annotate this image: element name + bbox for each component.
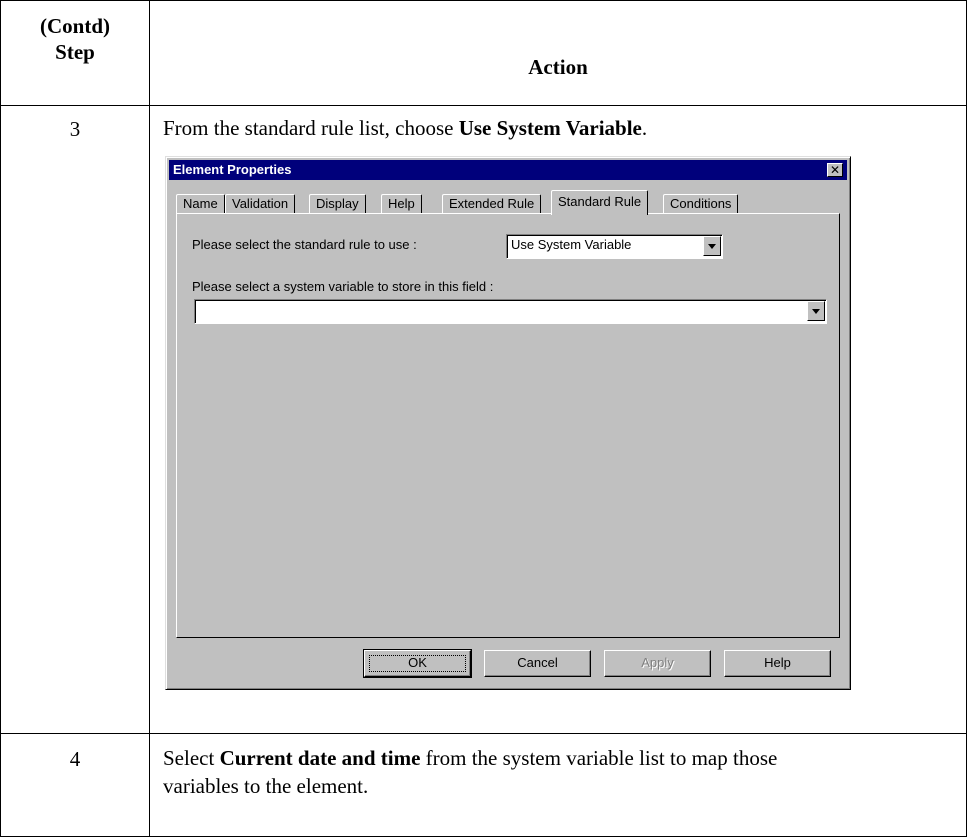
- help-button-label: Help: [764, 655, 791, 670]
- step-3-text-pre: From the standard rule list, choose: [163, 116, 459, 140]
- cancel-button-label: Cancel: [517, 655, 558, 670]
- step-4-line2: variables to the element.: [163, 774, 369, 798]
- header-action-label: Action: [528, 55, 588, 79]
- tab-validation[interactable]: Validation: [225, 194, 296, 214]
- apply-button-label: Apply: [641, 655, 674, 670]
- step-4-text: Select Current date and time from the sy…: [163, 744, 777, 800]
- element-properties-dialog: Element Properties ✕ Name Validation Dis…: [165, 156, 851, 690]
- step-3-text-post: .: [641, 116, 648, 140]
- close-button[interactable]: ✕: [827, 163, 843, 177]
- apply-button[interactable]: Apply: [604, 650, 711, 677]
- help-button[interactable]: Help: [724, 650, 831, 677]
- rule-select-label: Please select the standard rule to use :: [192, 237, 417, 252]
- cancel-button[interactable]: Cancel: [484, 650, 591, 677]
- variable-select-label: Please select a system variable to store…: [192, 279, 494, 294]
- tab-help[interactable]: Help: [381, 194, 422, 214]
- tab-extended-rule[interactable]: Extended Rule: [442, 194, 542, 214]
- rule-select[interactable]: Use System Variable: [506, 234, 723, 259]
- tab-display[interactable]: Display: [309, 194, 366, 214]
- dialog-titlebar[interactable]: Element Properties ✕: [169, 160, 847, 180]
- step-cell-3: [0, 105, 150, 734]
- header-action-cell: [149, 0, 967, 106]
- variable-select[interactable]: [194, 299, 827, 324]
- focus-rect: [369, 655, 466, 672]
- step-3-text-bold: Use System Variable: [458, 116, 642, 140]
- dialog-title: Element Properties: [173, 162, 292, 177]
- step-3-text: From the standard rule list, choose Use …: [163, 114, 647, 142]
- header-step-line1: (Contd): [39, 14, 110, 38]
- step-4-line1: Select Current date and time from the sy…: [163, 744, 777, 772]
- rule-select-value: Use System Variable: [511, 237, 632, 252]
- step-4-text-post: from the system variable list to map tho…: [420, 746, 778, 770]
- header-step-line2: Step: [55, 40, 95, 64]
- tab-conditions[interactable]: Conditions: [663, 194, 739, 214]
- step-4-text-pre: Select: [163, 746, 220, 770]
- chevron-down-icon[interactable]: [703, 236, 721, 256]
- chevron-down-icon[interactable]: [807, 301, 825, 321]
- standard-rule-panel: [176, 213, 840, 638]
- ok-button[interactable]: OK: [363, 649, 472, 678]
- header-step-label: (Contd) Step: [0, 13, 150, 65]
- tab-standard-rule[interactable]: Standard Rule: [551, 190, 649, 215]
- close-icon: ✕: [829, 163, 841, 177]
- tab-name[interactable]: Name: [176, 194, 225, 214]
- step-number-4: 4: [69, 747, 81, 771]
- step-number-3: 3: [69, 117, 81, 141]
- step-4-text-bold: Current date and time: [219, 746, 421, 770]
